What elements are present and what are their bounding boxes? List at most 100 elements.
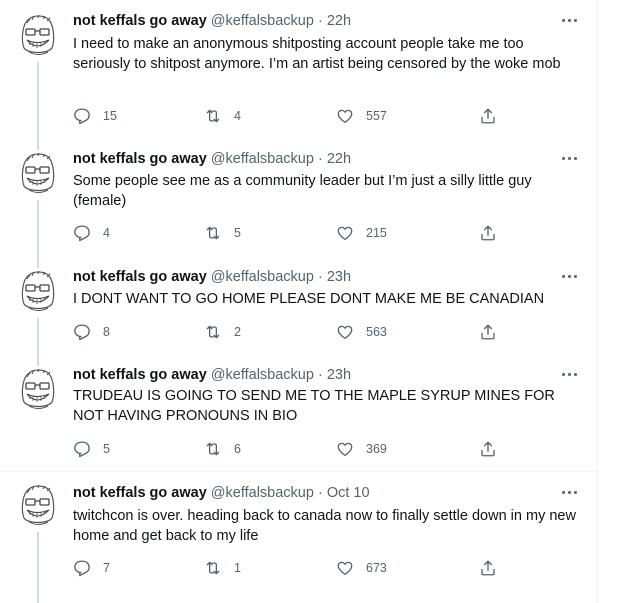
like-button[interactable]: 557 xyxy=(336,106,387,126)
retweet-icon xyxy=(204,323,222,341)
reply-icon xyxy=(73,559,91,577)
retweet-icon xyxy=(204,224,222,242)
thread-connector xyxy=(37,200,39,258)
tweet-text: twitchcon is over. heading back to canad… xyxy=(73,508,576,544)
retweet-icon xyxy=(204,107,222,125)
author-handle[interactable]: @keffalsbackup xyxy=(211,151,314,167)
retweet-count: 1 xyxy=(234,561,241,575)
tweet[interactable]: not keffals go away @keffalsbackup · 22h… xyxy=(0,0,597,140)
retweet-button[interactable]: 2 xyxy=(204,322,241,342)
thread-connector xyxy=(37,62,39,140)
share-icon xyxy=(479,440,497,458)
heart-icon xyxy=(336,224,354,242)
like-count: 557 xyxy=(366,109,387,123)
reply-icon xyxy=(73,224,91,242)
avatar[interactable] xyxy=(15,150,61,196)
tweet-actions: 7 1 673 xyxy=(73,558,523,578)
more-options-icon[interactable] xyxy=(561,152,579,166)
timestamp[interactable]: 22h xyxy=(327,151,351,167)
more-options-icon[interactable] xyxy=(561,14,579,28)
share-button[interactable] xyxy=(479,223,497,243)
like-count: 369 xyxy=(366,442,387,456)
tweet-header: not keffals go away @keffalsbackup · Oct… xyxy=(73,484,370,503)
share-button[interactable] xyxy=(479,439,497,459)
retweet-button[interactable]: 6 xyxy=(204,439,241,459)
wojak-avatar-icon xyxy=(21,270,55,311)
reply-button[interactable]: 8 xyxy=(73,322,110,342)
author-name[interactable]: not keffals go away xyxy=(73,485,207,501)
tweet[interactable]: not keffals go away @keffalsbackup · Oct… xyxy=(0,472,597,603)
timestamp[interactable]: 23h xyxy=(327,269,351,285)
tweet-text: TRUDEAU IS GOING TO SEND ME TO THE MAPLE… xyxy=(73,388,555,424)
heart-icon xyxy=(336,323,354,341)
heart-icon xyxy=(336,107,354,125)
avatar[interactable] xyxy=(15,268,61,314)
reply-icon xyxy=(73,440,91,458)
reply-count: 4 xyxy=(103,226,110,240)
author-handle[interactable]: @keffalsbackup xyxy=(211,485,314,501)
reply-icon xyxy=(73,107,91,125)
heart-icon xyxy=(336,440,354,458)
tweet-text: I need to make an anonymous shitposting … xyxy=(73,36,561,72)
share-button[interactable] xyxy=(479,558,497,578)
tweet[interactable]: not keffals go away @keffalsbackup · 23h… xyxy=(0,356,597,472)
more-options-icon[interactable] xyxy=(561,486,579,500)
tweet-text: Some people see me as a community leader… xyxy=(73,173,532,209)
more-options-icon[interactable] xyxy=(561,368,579,382)
tweet-actions: 5 6 369 xyxy=(73,439,523,459)
reply-count: 15 xyxy=(103,109,117,123)
tweet-text: I DONT WANT TO GO HOME PLEASE DONT MAKE … xyxy=(73,291,545,307)
avatar[interactable] xyxy=(15,482,61,528)
like-count: 215 xyxy=(366,226,387,240)
retweet-button[interactable]: 5 xyxy=(204,223,241,243)
reply-button[interactable]: 4 xyxy=(73,223,110,243)
like-button[interactable]: 369 xyxy=(336,439,387,459)
like-button[interactable]: 673 xyxy=(336,558,387,578)
separator-dot: · xyxy=(317,485,323,501)
reply-count: 7 xyxy=(103,561,110,575)
author-name[interactable]: not keffals go away xyxy=(73,269,207,285)
author-handle[interactable]: @keffalsbackup xyxy=(211,13,314,29)
author-name[interactable]: not keffals go away xyxy=(73,367,207,383)
author-handle[interactable]: @keffalsbackup xyxy=(211,269,314,285)
author-handle[interactable]: @keffalsbackup xyxy=(211,367,314,383)
share-icon xyxy=(479,323,497,341)
share-icon xyxy=(479,107,497,125)
share-button[interactable] xyxy=(479,106,497,126)
timestamp[interactable]: Oct 10 xyxy=(327,485,370,501)
author-name[interactable]: not keffals go away xyxy=(73,13,207,29)
share-button[interactable] xyxy=(479,322,497,342)
thread-connector xyxy=(37,318,39,356)
reply-button[interactable]: 7 xyxy=(73,558,110,578)
tweet-header: not keffals go away @keffalsbackup · 23h xyxy=(73,366,351,385)
timestamp[interactable]: 23h xyxy=(327,367,351,383)
like-count: 673 xyxy=(366,561,387,575)
author-name[interactable]: not keffals go away xyxy=(73,151,207,167)
reply-button[interactable]: 5 xyxy=(73,439,110,459)
tweet-actions: 4 5 215 xyxy=(73,223,523,243)
reply-count: 5 xyxy=(103,442,110,456)
avatar[interactable] xyxy=(15,12,61,58)
tweet[interactable]: not keffals go away @keffalsbackup · 22h… xyxy=(0,140,597,258)
tweet-header: not keffals go away @keffalsbackup · 22h xyxy=(73,12,351,31)
retweet-count: 5 xyxy=(234,226,241,240)
retweet-icon xyxy=(204,440,222,458)
like-button[interactable]: 563 xyxy=(336,322,387,342)
reply-icon xyxy=(73,323,91,341)
more-options-icon[interactable] xyxy=(561,270,579,284)
retweet-button[interactable]: 1 xyxy=(204,558,241,578)
like-count: 563 xyxy=(366,325,387,339)
reply-button[interactable]: 15 xyxy=(73,106,117,126)
separator-dot: · xyxy=(317,269,323,285)
retweet-icon xyxy=(204,559,222,577)
separator-dot: · xyxy=(317,151,323,167)
retweet-count: 6 xyxy=(234,442,241,456)
timeline-border xyxy=(597,0,598,603)
like-button[interactable]: 215 xyxy=(336,223,387,243)
avatar[interactable] xyxy=(15,366,61,412)
tweet-feed: not keffals go away @keffalsbackup · 22h… xyxy=(0,0,597,603)
retweet-button[interactable]: 4 xyxy=(204,106,241,126)
timestamp[interactable]: 22h xyxy=(327,13,351,29)
tweet[interactable]: not keffals go away @keffalsbackup · 23h… xyxy=(0,258,597,356)
wojak-avatar-icon xyxy=(21,368,55,409)
